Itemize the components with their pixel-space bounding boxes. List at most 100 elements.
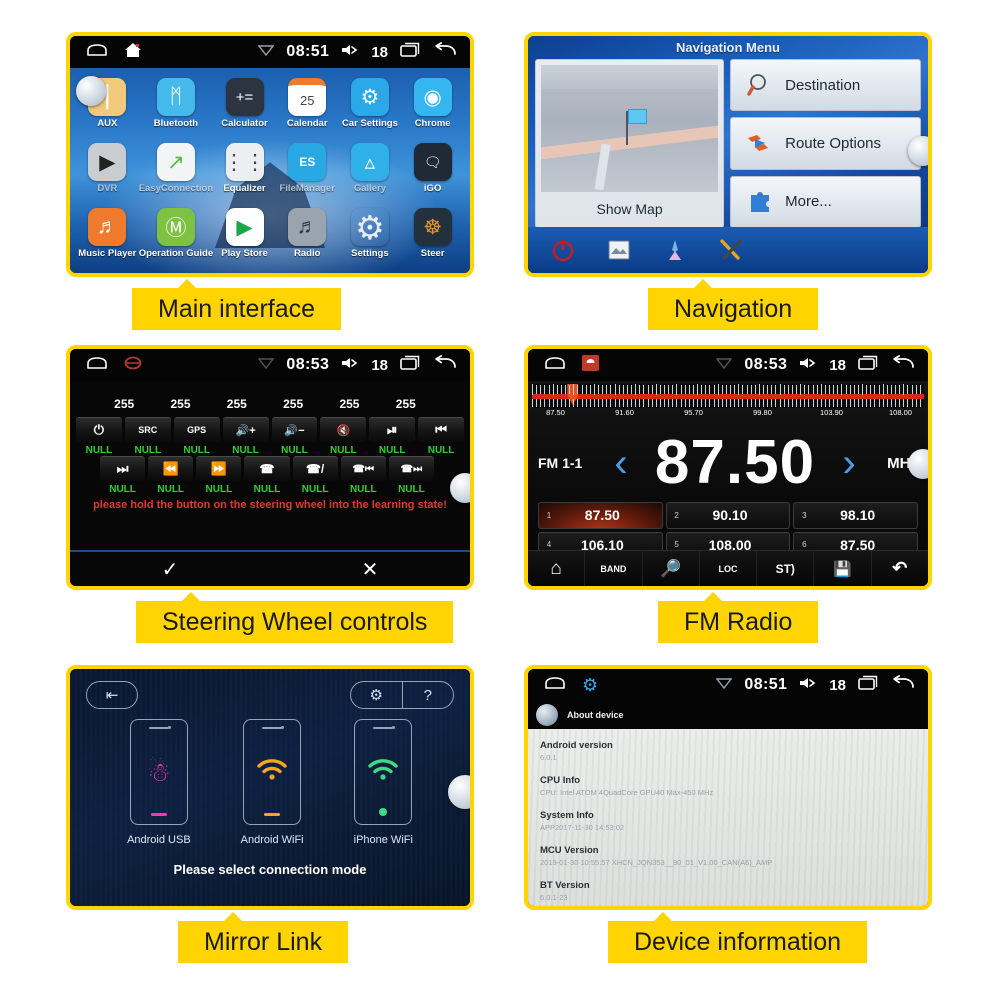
recents-icon[interactable] xyxy=(400,355,422,375)
app-item[interactable]: 🗨 iGO xyxy=(401,139,464,204)
steering-wheel-screen[interactable]: 08:53 18 255 255 255 255 255 255 ⏻ NULL … xyxy=(66,345,474,590)
swc-key-gps[interactable]: GPS NULL xyxy=(173,417,220,456)
scale-tick xyxy=(787,399,789,407)
app-item[interactable]: ♬ Music Player xyxy=(76,204,139,269)
volume-knob[interactable] xyxy=(908,136,928,166)
mode-android-usb[interactable]: ☃ Android USB xyxy=(127,719,191,846)
fm-tuning-scale[interactable]: 87.50 91.60 95.70 99.80 103.90 108.00 xyxy=(532,384,924,424)
home-icon[interactable]: ⌂ xyxy=(528,551,586,586)
scan-icon[interactable]: 🔎 xyxy=(643,551,700,586)
volume-knob[interactable] xyxy=(908,449,928,479)
swc-key-power[interactable]: ⏻ NULL xyxy=(76,417,122,456)
steer-app-icon[interactable] xyxy=(124,355,142,376)
back-icon[interactable] xyxy=(434,42,456,62)
app-item[interactable]: ◉ Chrome xyxy=(401,74,464,139)
swc-key-next[interactable]: ⏭ NULL xyxy=(100,456,146,495)
house-icon[interactable] xyxy=(124,42,142,63)
help-icon[interactable]: ? xyxy=(403,682,454,708)
route-options-button[interactable]: Route Options xyxy=(730,117,921,170)
back-icon[interactable] xyxy=(892,355,914,375)
swc-key-volume-up[interactable]: 🔊+ NULL xyxy=(222,417,269,456)
home-icon[interactable] xyxy=(86,356,108,375)
cancel-button[interactable]: ✕ xyxy=(270,552,470,586)
mode-android-wifi[interactable]: Android WiFi xyxy=(241,719,304,846)
volume-knob[interactable] xyxy=(76,76,106,106)
app-item[interactable]: ▵ Gallery xyxy=(339,139,402,204)
more-button[interactable]: More... xyxy=(730,175,921,228)
back-icon[interactable] xyxy=(434,355,456,375)
app-item[interactable]: ⋮⋮ Equalizer xyxy=(213,139,276,204)
fm-prev-button[interactable]: ‹ xyxy=(604,441,638,486)
mirror-link-screen[interactable]: ⇤ ⚙ ? ☃ Android USB Android WiFi iPhone … xyxy=(66,665,474,910)
navigation-screen[interactable]: Navigation Menu Show Map Destination Rou… xyxy=(524,32,932,277)
device-information-screen[interactable]: ⚙ 08:51 18 About device Android version … xyxy=(524,665,932,910)
recents-icon[interactable] xyxy=(858,355,880,375)
app-item[interactable]: ▶ Play Store xyxy=(213,204,276,269)
swc-key-src[interactable]: SRC NULL xyxy=(124,417,171,456)
app-item[interactable]: ⚙ Car Settings xyxy=(339,74,402,139)
app-label: Calendar xyxy=(286,118,328,129)
map-icon[interactable] xyxy=(606,237,632,263)
scale-tick xyxy=(581,399,583,407)
app-item[interactable]: += Calculator xyxy=(213,74,276,139)
confirm-button[interactable]: ✓ xyxy=(70,552,270,586)
app-item[interactable]: ᛗ Bluetooth xyxy=(139,74,213,139)
band-icon[interactable]: BAND xyxy=(585,551,643,586)
recents-icon[interactable] xyxy=(858,675,880,695)
show-map-button[interactable]: Show Map xyxy=(535,59,725,228)
scale-tick xyxy=(668,385,670,394)
fm-preset[interactable]: 2 90.10 xyxy=(665,502,791,529)
destination-button[interactable]: Destination xyxy=(730,59,921,112)
gear-icon[interactable]: ⚙ xyxy=(351,682,403,708)
swc-key-previous[interactable]: ⏮ NULL xyxy=(418,417,464,456)
fm-next-button[interactable]: › xyxy=(832,441,866,486)
back-icon[interactable]: ↶ xyxy=(872,551,928,586)
save-icon[interactable]: 💾 xyxy=(814,551,872,586)
volume-knob[interactable] xyxy=(450,473,470,503)
main-interface-screen[interactable]: 08:51 18 ⎮ AUX ᛗ Bluetooth += Calculator… xyxy=(66,32,474,277)
home-icon[interactable] xyxy=(86,43,108,62)
mode-iphone-wifi[interactable]: iPhone WiFi xyxy=(354,719,413,846)
swc-key-label: NULL xyxy=(205,484,233,495)
recents-icon[interactable] xyxy=(400,42,422,62)
fm-preset[interactable]: 3 98.10 xyxy=(793,502,918,529)
home-icon[interactable] xyxy=(544,676,566,695)
home-icon[interactable] xyxy=(544,356,566,375)
tools-icon[interactable] xyxy=(718,237,744,263)
steer-icon: ☸ xyxy=(413,208,452,246)
volume-knob[interactable] xyxy=(448,775,470,809)
back-icon[interactable] xyxy=(892,675,914,695)
exit-button[interactable]: ⇤ xyxy=(86,681,138,709)
app-item[interactable]: ⚙ Settings xyxy=(339,204,402,269)
app-label: Car Settings xyxy=(341,118,398,129)
gear-icon[interactable]: ⚙ xyxy=(582,675,598,696)
app-item[interactable]: ♬ Radio xyxy=(276,204,339,269)
swc-key-play-pause[interactable]: ⏯ NULL xyxy=(369,417,416,456)
scale-tick xyxy=(552,399,554,407)
app-item[interactable]: Ⓜ Operation Guide xyxy=(139,204,213,269)
app-item[interactable]: 25 Calendar xyxy=(276,74,339,139)
stereo-icon[interactable]: ST) xyxy=(757,551,815,586)
swc-key-hangup[interactable]: ☎/ NULL xyxy=(292,456,338,495)
app-item[interactable]: ES FileManager xyxy=(276,139,339,204)
swc-key-fast-forward[interactable]: ⏩ NULL xyxy=(196,456,242,495)
swc-key-call-prev[interactable]: ☎⏮ NULL xyxy=(340,456,386,495)
swc-key-call-next[interactable]: ☎⏭ NULL xyxy=(388,456,434,495)
vehicle-icon[interactable] xyxy=(662,237,688,263)
swc-key-rewind[interactable]: ⏪ NULL xyxy=(148,456,194,495)
radio-app-icon[interactable] xyxy=(582,354,599,376)
power-icon[interactable] xyxy=(550,237,576,263)
fm-radio-screen[interactable]: 08:53 18 87.50 91.60 95.70 99.80 103.90 … xyxy=(524,345,932,590)
swc-key-mute[interactable]: 🔇 NULL xyxy=(320,417,367,456)
swc-key-call[interactable]: ☎ NULL xyxy=(244,456,290,495)
swc-key-label: NULL xyxy=(183,445,211,456)
speaker-icon xyxy=(341,43,359,62)
app-item[interactable]: ▶ DVR xyxy=(76,139,139,204)
scale-tick xyxy=(701,399,703,407)
swc-key-volume-down[interactable]: 🔊− NULL xyxy=(271,417,318,456)
app-item[interactable]: ☸ Steer xyxy=(401,204,464,269)
fm-preset[interactable]: 1 87.50 xyxy=(538,502,663,529)
loc-icon[interactable]: LOC xyxy=(700,551,758,586)
app-item[interactable]: ↗ EasyConnection xyxy=(139,139,213,204)
wifi-icon xyxy=(367,758,399,786)
